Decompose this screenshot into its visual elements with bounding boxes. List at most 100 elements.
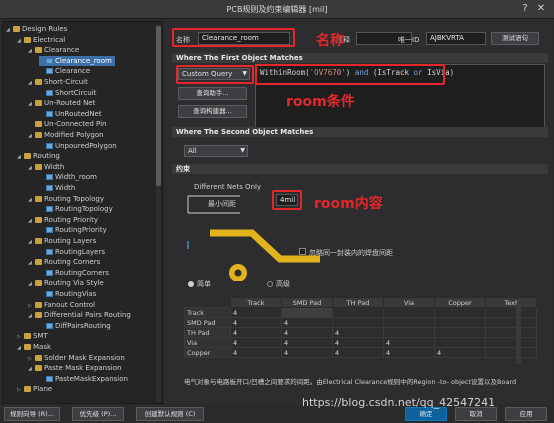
- folder-icon: [35, 238, 42, 244]
- tree-item[interactable]: ◢ Electrical: [17, 35, 65, 45]
- create-default-rules-button[interactable]: 创建默认规则 (C): [136, 407, 204, 421]
- min-clearance-label: 最小间距: [208, 200, 236, 208]
- matrix-cell[interactable]: 4: [281, 347, 333, 358]
- tree-item[interactable]: ◢ Mask: [17, 342, 51, 352]
- tree-item[interactable]: ◢ Width: [28, 162, 64, 172]
- tree-item[interactable]: ◢ Routing Priority: [28, 215, 98, 225]
- tree-scrollbar[interactable]: [156, 24, 161, 402]
- rule-icon: [46, 142, 53, 149]
- tree-item[interactable]: ◢ Differential Pairs Routing: [28, 310, 131, 320]
- tree-item[interactable]: ▷ SMT: [17, 331, 48, 341]
- tree-item-label: Routing: [33, 152, 60, 161]
- apply-button[interactable]: 应用: [505, 407, 547, 421]
- ignore-pads-label: 忽略同一封装内的焊盘间距: [309, 249, 393, 257]
- tree-item[interactable]: ◢ Paste Mask Expansion: [28, 363, 121, 373]
- expand-arrow-icon[interactable]: ◢: [28, 364, 35, 374]
- matrix-cell[interactable]: 4: [434, 347, 486, 358]
- ignore-pads-checkbox[interactable]: [299, 248, 306, 255]
- matrix-cell[interactable]: 4: [230, 327, 282, 338]
- tree-item[interactable]: PasteMaskExpansion: [39, 374, 128, 384]
- tree-item[interactable]: ◢ Design Rules: [6, 24, 67, 34]
- cancel-button[interactable]: 取消: [455, 407, 497, 421]
- expand-arrow-icon[interactable]: ◢: [28, 216, 35, 226]
- tree-item[interactable]: ▷ Fanout Control: [28, 300, 95, 310]
- tree-item[interactable]: RoutingTopology: [39, 204, 113, 214]
- uid-field[interactable]: AJBKVRTA: [426, 32, 486, 45]
- matrix-cell[interactable]: 4: [281, 337, 333, 348]
- expand-arrow-icon[interactable]: ◢: [17, 152, 24, 162]
- second-object-scope-select[interactable]: All ▼: [184, 145, 248, 157]
- close-icon[interactable]: ✕: [534, 2, 548, 16]
- rule-wizard-button[interactable]: 规则向导 (R)...: [4, 407, 60, 421]
- tree-item[interactable]: ◢ Short-Circuit: [28, 77, 88, 87]
- tree-item[interactable]: RoutingLayers: [39, 247, 105, 257]
- expand-arrow-icon[interactable]: ◢: [17, 343, 24, 353]
- tree-item[interactable]: Clearance_room: [39, 55, 115, 67]
- tree-item[interactable]: Width: [39, 183, 75, 193]
- matrix-corner: [184, 297, 231, 308]
- folder-icon: [35, 121, 42, 128]
- tree-item[interactable]: UnpouredPolygon: [39, 141, 117, 151]
- expand-arrow-icon[interactable]: ◢: [28, 279, 35, 289]
- expand-arrow-icon[interactable]: ◢: [28, 237, 35, 247]
- tree-item[interactable]: ◢ Clearance: [28, 45, 79, 55]
- matrix-cell[interactable]: 4: [383, 347, 435, 358]
- watermark: https://blog.csdn.net/qq_42547241: [302, 396, 496, 409]
- matrix-cell[interactable]: 4: [230, 307, 282, 318]
- tree-item[interactable]: RoutingCorners: [39, 268, 109, 278]
- expand-arrow-icon[interactable]: ◢: [28, 99, 35, 109]
- priorities-button[interactable]: 优先级 (P)...: [72, 407, 124, 421]
- tree-item[interactable]: RoutingVias: [39, 289, 96, 299]
- expand-arrow-icon[interactable]: ◢: [6, 25, 13, 35]
- tree-item[interactable]: Clearance: [39, 66, 90, 76]
- expand-arrow-icon[interactable]: ◢: [28, 195, 35, 205]
- ok-button[interactable]: 确定: [405, 407, 447, 421]
- tree-item[interactable]: Width_room: [39, 172, 97, 182]
- matrix-scrollbar[interactable]: [516, 304, 521, 364]
- tree-item[interactable]: ◢ Routing Topology: [28, 194, 104, 204]
- rules-tree[interactable]: ◢ Design Rules ◢ Electrical ◢ Clearance Cleara…: [2, 21, 163, 404]
- tree-item[interactable]: ◢ Routing Corners: [28, 257, 100, 267]
- matrix-cell[interactable]: 4: [281, 327, 333, 338]
- matrix-cell[interactable]: 4: [332, 337, 384, 348]
- tree-item[interactable]: ◢ Routing Via Style: [28, 278, 104, 288]
- expand-arrow-icon[interactable]: ▷: [17, 385, 24, 395]
- expand-arrow-icon[interactable]: ◢: [28, 131, 35, 141]
- expand-arrow-icon[interactable]: ◢: [28, 311, 35, 321]
- expand-arrow-icon[interactable]: ◢: [28, 163, 35, 173]
- tree-item[interactable]: ◢ Routing: [17, 151, 60, 161]
- tree-item[interactable]: Un-Connected Pin: [28, 119, 106, 129]
- mode-simple-radio[interactable]: 简单: [188, 279, 211, 289]
- matrix-cell[interactable]: 4: [230, 317, 282, 328]
- tree-scrollbar-thumb[interactable]: [156, 26, 161, 186]
- query-type-highlight-box: [176, 65, 254, 84]
- help-icon[interactable]: ?: [518, 2, 532, 16]
- expand-arrow-icon[interactable]: ◢: [28, 258, 35, 268]
- clearance-matrix[interactable]: Track SMD Pad TH Pad Via Copper Text Track 4 SMD…: [184, 297, 537, 358]
- tree-item-label: Width_room: [55, 173, 97, 182]
- expand-arrow-icon[interactable]: ◢: [28, 78, 35, 88]
- matrix-cell[interactable]: 4: [383, 337, 435, 348]
- expand-arrow-icon[interactable]: ◢: [17, 36, 24, 46]
- matrix-cell[interactable]: 4: [332, 347, 384, 358]
- tree-item[interactable]: UnRoutedNet: [39, 109, 102, 119]
- tree-item[interactable]: ShortCircuit: [39, 88, 96, 98]
- tree-item[interactable]: ▷ Solder Mask Expansion: [28, 353, 125, 363]
- tree-item[interactable]: ▷ Plane: [17, 384, 52, 394]
- tree-item[interactable]: DiffPairsRouting: [39, 321, 111, 331]
- tree-item[interactable]: ◢ Un-Routed Net: [28, 98, 95, 108]
- matrix-cell[interactable]: 4: [281, 317, 333, 328]
- rule-icon: [46, 227, 53, 234]
- tree-item[interactable]: RoutingPriority: [39, 225, 107, 235]
- query-helper-button[interactable]: 查询助手...: [178, 87, 247, 100]
- mode-advanced-radio[interactable]: 高级: [267, 279, 290, 289]
- matrix-row-header: TH Pad: [184, 327, 231, 338]
- matrix-cell[interactable]: 4: [230, 337, 282, 348]
- matrix-cell[interactable]: 4: [332, 327, 384, 338]
- tree-item[interactable]: ◢ Routing Layers: [28, 236, 96, 246]
- query-builder-button[interactable]: 查询构建器...: [178, 105, 247, 118]
- matrix-cell[interactable]: 4: [230, 347, 282, 358]
- test-query-button[interactable]: 测试语句: [491, 32, 539, 45]
- expand-arrow-icon[interactable]: ◢: [28, 46, 35, 56]
- tree-item[interactable]: ◢ Modified Polygon: [28, 130, 104, 140]
